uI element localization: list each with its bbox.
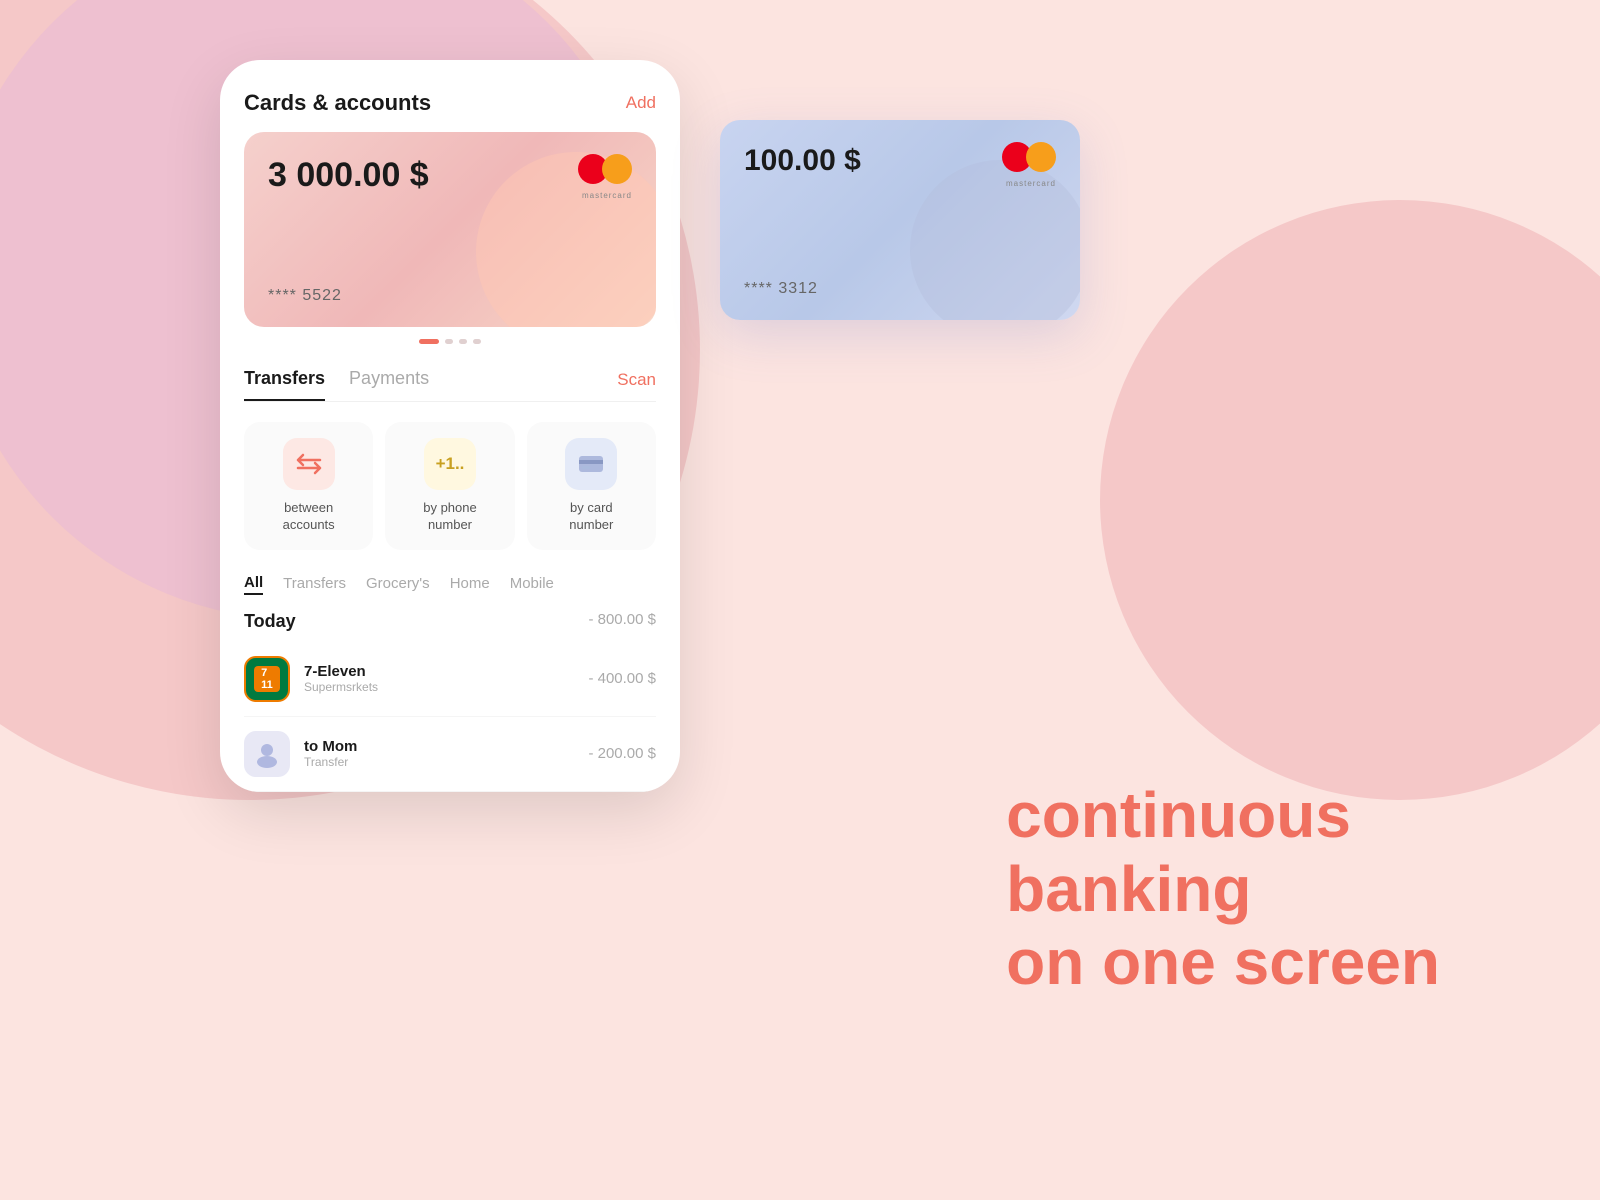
between-accounts-icon — [283, 438, 335, 490]
scan-button[interactable]: Scan — [617, 370, 656, 400]
secondary-card[interactable]: mastercard 100.00 $ **** 3312 — [720, 120, 1080, 320]
today-label: Today — [244, 611, 296, 632]
main-tabs: Transfers Payments Scan — [244, 368, 656, 402]
dot-1 — [419, 339, 439, 344]
secondary-mc-label: mastercard — [1006, 179, 1056, 188]
mastercard-logo: mastercard — [578, 154, 632, 184]
filter-groceries[interactable]: Grocery's — [366, 575, 430, 594]
filter-home[interactable]: Home — [450, 575, 490, 594]
between-accounts-label: betweenaccounts — [283, 500, 335, 534]
dot-4 — [473, 339, 481, 344]
mom-logo — [244, 731, 290, 777]
dot-3 — [459, 339, 467, 344]
seven-eleven-logo: 711 — [244, 656, 290, 702]
add-card-button[interactable]: Add — [626, 93, 656, 113]
transaction-mom-sub: Transfer — [304, 755, 588, 769]
filter-all[interactable]: All — [244, 574, 263, 595]
cards-section-header: Cards & accounts Add — [244, 90, 656, 116]
transaction-7eleven-info: 7-Eleven Supermsrkets — [304, 663, 588, 694]
cards-section-title: Cards & accounts — [244, 90, 431, 116]
transaction-mom-amount: - 200.00 $ — [588, 745, 656, 762]
transfer-options: betweenaccounts +1.. by phonenumber by c… — [244, 422, 656, 550]
filter-transfers[interactable]: Transfers — [283, 575, 346, 594]
tab-transfers[interactable]: Transfers — [244, 368, 325, 401]
primary-card-number: **** 5522 — [268, 287, 342, 305]
dot-2 — [445, 339, 453, 344]
secondary-mc-orange — [1026, 142, 1056, 172]
secondary-card-number: **** 3312 — [744, 280, 818, 298]
transfer-by-phone[interactable]: +1.. by phonenumber — [385, 422, 514, 550]
transaction-mom-info: to Mom Transfer — [304, 738, 588, 769]
seven-eleven-inner: 711 — [254, 666, 280, 692]
transaction-mom[interactable]: to Mom Transfer - 200.00 $ — [244, 717, 656, 792]
by-card-icon — [565, 438, 617, 490]
tagline-line2: banking — [1006, 853, 1440, 927]
filter-tabs: All Transfers Grocery's Home Mobile — [244, 574, 656, 595]
tagline-block: continuous banking on one screen — [1006, 779, 1440, 1000]
tab-payments[interactable]: Payments — [349, 368, 429, 401]
transaction-7eleven-name: 7-Eleven — [304, 663, 588, 680]
by-card-label: by cardnumber — [569, 500, 613, 534]
mc-orange-circle — [602, 154, 632, 184]
main-container: Cards & accounts Add mastercard 3 000.00… — [220, 60, 1080, 792]
transfer-by-card[interactable]: by cardnumber — [527, 422, 656, 550]
by-phone-label: by phonenumber — [423, 500, 477, 534]
today-section-header: Today - 800.00 $ — [244, 611, 656, 632]
transaction-7eleven[interactable]: 711 7-Eleven Supermsrkets - 400.00 $ — [244, 642, 656, 717]
transaction-7eleven-sub: Supermsrkets — [304, 680, 588, 694]
by-phone-icon: +1.. — [424, 438, 476, 490]
transfer-between-accounts[interactable]: betweenaccounts — [244, 422, 373, 550]
tagline-line1: continuous — [1006, 779, 1440, 853]
transaction-mom-name: to Mom — [304, 738, 588, 755]
today-total: - 800.00 $ — [588, 611, 656, 632]
phone-mockup: Cards & accounts Add mastercard 3 000.00… — [220, 60, 680, 792]
bg-circle-right — [1100, 200, 1600, 800]
secondary-mastercard-logo: mastercard — [1002, 142, 1056, 172]
transaction-7eleven-amount: - 400.00 $ — [588, 670, 656, 687]
tagline-line3: on one screen — [1006, 926, 1440, 1000]
primary-card[interactable]: mastercard 3 000.00 $ **** 5522 — [244, 132, 656, 327]
mc-label-text: mastercard — [582, 191, 632, 200]
card-dots — [244, 339, 656, 344]
filter-mobile[interactable]: Mobile — [510, 575, 554, 594]
